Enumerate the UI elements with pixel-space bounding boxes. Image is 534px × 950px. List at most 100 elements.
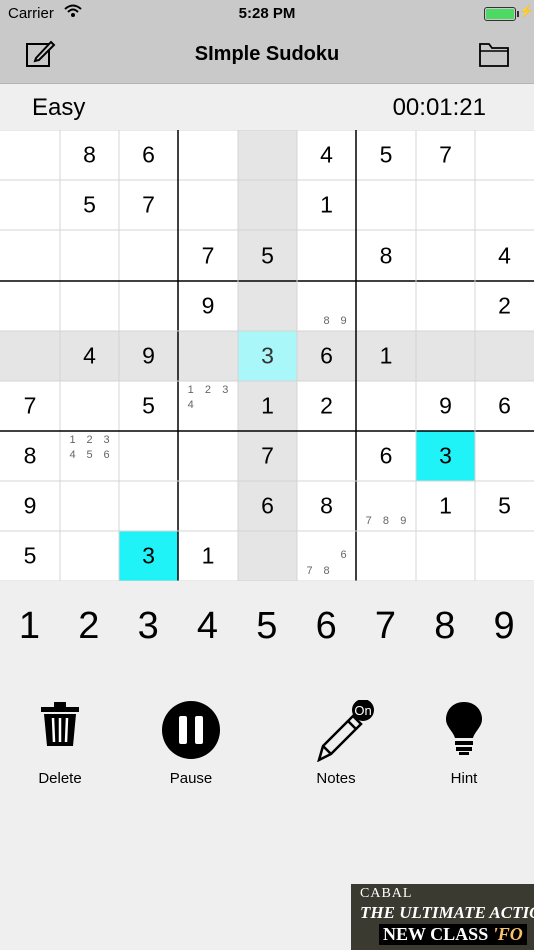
board-cell-r9c2[interactable] [60, 531, 119, 581]
board-cell-r2c8[interactable] [416, 180, 475, 230]
board-cell-r8c4[interactable] [178, 481, 238, 531]
number-key-5[interactable]: 5 [237, 605, 296, 648]
number-key-1[interactable]: 1 [0, 605, 59, 648]
cell-value: 7 [261, 442, 274, 469]
note-digit: 7 [365, 514, 372, 527]
hint-button[interactable]: Hint [414, 700, 514, 787]
board-cell-r4c2[interactable] [60, 281, 119, 331]
number-key-3[interactable]: 3 [119, 605, 178, 648]
board-cell-r9c7[interactable] [356, 531, 416, 581]
board-cell-r3c9[interactable]: 4 [475, 230, 534, 281]
board-cell-r5c6[interactable]: 6 [297, 331, 356, 381]
board-cell-r4c4[interactable]: 9 [178, 281, 238, 331]
board-cell-r8c6[interactable]: 8 [297, 481, 356, 531]
number-key-8[interactable]: 8 [415, 605, 474, 648]
board-cell-r7c4[interactable] [178, 431, 238, 481]
board-cell-r7c8[interactable]: 3 [416, 431, 475, 481]
board-cell-r3c4[interactable]: 7 [178, 230, 238, 281]
board-cell-r7c1[interactable]: 8 [0, 431, 60, 481]
board-cell-r5c8[interactable] [416, 331, 475, 381]
board-cell-r5c4[interactable] [178, 331, 238, 381]
board-cell-r3c1[interactable] [0, 230, 60, 281]
board-cell-r4c8[interactable] [416, 281, 475, 331]
board-cell-r5c5[interactable]: 3 [238, 331, 297, 381]
board-cell-r6c2[interactable] [60, 381, 119, 431]
board-cell-r5c9[interactable] [475, 331, 534, 381]
board-cell-r3c3[interactable] [119, 230, 178, 281]
board-cell-r1c6[interactable]: 4 [297, 130, 356, 180]
number-key-4[interactable]: 4 [178, 605, 237, 648]
board-cell-r1c3[interactable]: 6 [119, 130, 178, 180]
board-cell-r4c3[interactable] [119, 281, 178, 331]
board-cell-r6c5[interactable]: 1 [238, 381, 297, 431]
board-cell-r1c9[interactable] [475, 130, 534, 180]
board-cell-r7c3[interactable] [119, 431, 178, 481]
pause-button[interactable]: Pause [141, 700, 241, 787]
board-cell-r8c5[interactable]: 6 [238, 481, 297, 531]
board-cell-r5c7[interactable]: 1 [356, 331, 416, 381]
board-cell-r3c8[interactable] [416, 230, 475, 281]
board-cell-r2c1[interactable] [0, 180, 60, 230]
board-cell-r5c3[interactable]: 9 [119, 331, 178, 381]
board-cell-r3c7[interactable]: 8 [356, 230, 416, 281]
board-cell-r8c7[interactable]: 789 [356, 481, 416, 531]
board-cell-r8c3[interactable] [119, 481, 178, 531]
board-cell-r2c6[interactable]: 1 [297, 180, 356, 230]
board-cell-r2c2[interactable]: 5 [60, 180, 119, 230]
number-key-7[interactable]: 7 [356, 605, 415, 648]
board-cell-r1c4[interactable] [178, 130, 238, 180]
board-cell-r1c1[interactable] [0, 130, 60, 180]
board-cell-r9c4[interactable]: 1 [178, 531, 238, 581]
number-key-6[interactable]: 6 [297, 605, 356, 648]
board-cell-r3c5[interactable]: 5 [238, 230, 297, 281]
board-cell-r2c5[interactable] [238, 180, 297, 230]
board-cell-r9c3[interactable]: 3 [119, 531, 178, 581]
board-cell-r9c5[interactable] [238, 531, 297, 581]
board-cell-r9c9[interactable] [475, 531, 534, 581]
board-cell-r7c2[interactable]: 123 456 [60, 431, 119, 481]
board-cell-r6c1[interactable]: 7 [0, 381, 60, 431]
board-cell-r4c9[interactable]: 2 [475, 281, 534, 331]
board-cell-r9c6[interactable]: 6 78 [297, 531, 356, 581]
board-cell-r8c9[interactable]: 5 [475, 481, 534, 531]
board-cell-r9c1[interactable]: 5 [0, 531, 60, 581]
board-cell-r1c2[interactable]: 8 [60, 130, 119, 180]
board-cell-r3c6[interactable] [297, 230, 356, 281]
board-cell-r7c5[interactable]: 7 [238, 431, 297, 481]
board-cell-r5c1[interactable] [0, 331, 60, 381]
board-cell-r9c8[interactable] [416, 531, 475, 581]
number-key-2[interactable]: 2 [59, 605, 118, 648]
board-cell-r3c2[interactable] [60, 230, 119, 281]
delete-button[interactable]: Delete [10, 700, 110, 787]
board-cell-r6c6[interactable]: 2 [297, 381, 356, 431]
board-cell-r2c9[interactable] [475, 180, 534, 230]
notes-button[interactable]: On Notes [286, 699, 386, 787]
board-cell-r4c6[interactable]: 89 [297, 281, 356, 331]
board-cell-r4c5[interactable] [238, 281, 297, 331]
board-cell-r2c3[interactable]: 7 [119, 180, 178, 230]
board-cell-r6c3[interactable]: 5 [119, 381, 178, 431]
board-cell-r6c8[interactable]: 9 [416, 381, 475, 431]
board-cell-r2c4[interactable] [178, 180, 238, 230]
folder-icon[interactable] [478, 40, 510, 68]
board-cell-r1c7[interactable]: 5 [356, 130, 416, 180]
ad-banner[interactable]: CABAL THE ULTIMATE ACTION NEW CLASS 'FO [351, 884, 534, 950]
board-cell-r5c2[interactable]: 4 [60, 331, 119, 381]
notes-on-badge: On [354, 703, 371, 718]
board-cell-r4c7[interactable] [356, 281, 416, 331]
cell-value: 6 [498, 392, 511, 419]
board-cell-r2c7[interactable] [356, 180, 416, 230]
board-cell-r8c2[interactable] [60, 481, 119, 531]
board-cell-r6c7[interactable] [356, 381, 416, 431]
board-cell-r1c5[interactable] [238, 130, 297, 180]
board-cell-r4c1[interactable] [0, 281, 60, 331]
board-cell-r6c4[interactable]: 123 4 [178, 381, 238, 431]
number-key-9[interactable]: 9 [475, 605, 534, 648]
board-cell-r7c6[interactable] [297, 431, 356, 481]
board-cell-r8c8[interactable]: 1 [416, 481, 475, 531]
board-cell-r7c9[interactable] [475, 431, 534, 481]
board-cell-r6c9[interactable]: 6 [475, 381, 534, 431]
board-cell-r1c8[interactable]: 7 [416, 130, 475, 180]
board-cell-r8c1[interactable]: 9 [0, 481, 60, 531]
board-cell-r7c7[interactable]: 6 [356, 431, 416, 481]
